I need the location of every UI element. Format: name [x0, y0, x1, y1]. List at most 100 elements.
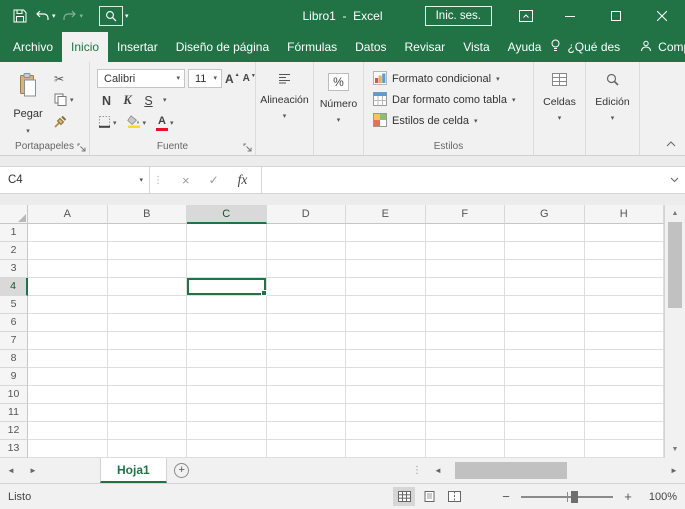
- cell-E6[interactable]: [346, 314, 426, 332]
- cell-G2[interactable]: [505, 242, 585, 260]
- hscroll-right-icon[interactable]: ►: [663, 466, 685, 475]
- enter-icon[interactable]: ✓: [209, 173, 219, 187]
- minimize-button[interactable]: [547, 0, 593, 32]
- vertical-scrollbar[interactable]: ▲ ▼: [664, 205, 685, 458]
- column-header-F[interactable]: F: [426, 205, 506, 224]
- cell-B10[interactable]: [108, 386, 188, 404]
- tab-f-rmulas[interactable]: Fórmulas: [278, 32, 346, 62]
- name-box[interactable]: C4 ▾: [0, 167, 150, 193]
- tab-revisar[interactable]: Revisar: [396, 32, 455, 62]
- cell-B6[interactable]: [108, 314, 188, 332]
- row-header-1[interactable]: 1: [0, 224, 28, 242]
- cell-C5[interactable]: [187, 296, 267, 314]
- cell-B5[interactable]: [108, 296, 188, 314]
- cell-B12[interactable]: [108, 422, 188, 440]
- vertical-scrollbar-track[interactable]: [665, 308, 685, 441]
- font-dialog-launcher-icon[interactable]: [243, 143, 252, 152]
- cell-F7[interactable]: [426, 332, 506, 350]
- row-header-8[interactable]: 8: [0, 350, 28, 368]
- cell-A5[interactable]: [28, 296, 108, 314]
- cell-C2[interactable]: [187, 242, 267, 260]
- cell-C13[interactable]: [187, 440, 267, 458]
- sheet-bar-splitter[interactable]: ⋮: [407, 465, 427, 476]
- font-size-combobox[interactable]: 11▾: [188, 69, 222, 88]
- zoom-slider[interactable]: [521, 488, 613, 506]
- column-header-H[interactable]: H: [585, 205, 665, 224]
- cells-dropdown-icon[interactable]: ▾: [558, 115, 562, 122]
- hscroll-left-icon[interactable]: ◄: [427, 466, 449, 475]
- share-button[interactable]: Compartir: [640, 40, 685, 55]
- horizontal-scrollbar-thumb[interactable]: [455, 462, 567, 479]
- collapse-ribbon-icon[interactable]: [666, 136, 676, 150]
- cell-A9[interactable]: [28, 368, 108, 386]
- cell-F8[interactable]: [426, 350, 506, 368]
- vertical-scrollbar-thumb[interactable]: [668, 222, 682, 308]
- borders-button[interactable]: ▾: [98, 115, 117, 131]
- bold-button[interactable]: N: [100, 94, 113, 108]
- zoom-level[interactable]: 100%: [643, 491, 677, 503]
- cell-C11[interactable]: [187, 404, 267, 422]
- cell-E11[interactable]: [346, 404, 426, 422]
- cell-C12[interactable]: [187, 422, 267, 440]
- insert-function-icon[interactable]: fx: [238, 172, 248, 188]
- font-name-dropdown-icon[interactable]: ▾: [176, 75, 180, 82]
- cell-A3[interactable]: [28, 260, 108, 278]
- row-header-13[interactable]: 13: [0, 440, 28, 458]
- cell-B9[interactable]: [108, 368, 188, 386]
- cell-F13[interactable]: [426, 440, 506, 458]
- underline-dropdown-icon[interactable]: ▾: [163, 97, 167, 104]
- row-header-6[interactable]: 6: [0, 314, 28, 332]
- cell-C7[interactable]: [187, 332, 267, 350]
- cell-E13[interactable]: [346, 440, 426, 458]
- cell-G1[interactable]: [505, 224, 585, 242]
- conditional-formatting-button[interactable]: Formato condicional ▾: [373, 70, 515, 88]
- cell-E4[interactable]: [346, 278, 426, 296]
- copy-dropdown-icon[interactable]: ▾: [70, 97, 74, 104]
- column-header-E[interactable]: E: [346, 205, 426, 224]
- format-painter-button[interactable]: [54, 115, 74, 130]
- cell-D5[interactable]: [267, 296, 347, 314]
- select-all-corner[interactable]: [0, 205, 28, 224]
- column-header-C[interactable]: C: [187, 205, 267, 224]
- cells-button[interactable]: Celdas ▾: [534, 62, 585, 155]
- redo-icon[interactable]: [62, 7, 78, 25]
- row-header-10[interactable]: 10: [0, 386, 28, 404]
- cell-H2[interactable]: [585, 242, 665, 260]
- tab-insertar[interactable]: Insertar: [108, 32, 167, 62]
- italic-button[interactable]: K: [121, 93, 134, 108]
- normal-view-button[interactable]: [393, 487, 415, 506]
- cell-G6[interactable]: [505, 314, 585, 332]
- cell-E3[interactable]: [346, 260, 426, 278]
- scroll-down-icon[interactable]: ▼: [665, 441, 685, 458]
- cell-G12[interactable]: [505, 422, 585, 440]
- customize-qat-dropdown-icon[interactable]: ▾: [125, 12, 129, 20]
- cell-D3[interactable]: [267, 260, 347, 278]
- cell-D9[interactable]: [267, 368, 347, 386]
- row-header-12[interactable]: 12: [0, 422, 28, 440]
- cell-C3[interactable]: [187, 260, 267, 278]
- cell-F4[interactable]: [426, 278, 506, 296]
- cell-A12[interactable]: [28, 422, 108, 440]
- font-color-dropdown-icon[interactable]: ▾: [170, 120, 174, 127]
- cell-B1[interactable]: [108, 224, 188, 242]
- cell-A4[interactable]: [28, 278, 108, 296]
- fill-handle[interactable]: [261, 290, 267, 296]
- tab-datos[interactable]: Datos: [346, 32, 395, 62]
- zoom-in-button[interactable]: +: [622, 489, 634, 504]
- page-break-view-button[interactable]: [443, 487, 465, 506]
- cell-G5[interactable]: [505, 296, 585, 314]
- save-icon[interactable]: [12, 7, 28, 25]
- cell-H9[interactable]: [585, 368, 665, 386]
- cell-B8[interactable]: [108, 350, 188, 368]
- format-as-table-button[interactable]: Dar formato como tabla ▾: [373, 91, 515, 109]
- cell-F11[interactable]: [426, 404, 506, 422]
- cell-H3[interactable]: [585, 260, 665, 278]
- cell-E5[interactable]: [346, 296, 426, 314]
- column-header-G[interactable]: G: [505, 205, 585, 224]
- alignment-button[interactable]: Alineación ▾: [256, 62, 313, 155]
- cell-G13[interactable]: [505, 440, 585, 458]
- row-header-9[interactable]: 9: [0, 368, 28, 386]
- cell-A13[interactable]: [28, 440, 108, 458]
- sheet-nav-left-icon[interactable]: ◄: [0, 458, 22, 483]
- number-button[interactable]: % Número ▾: [314, 62, 363, 155]
